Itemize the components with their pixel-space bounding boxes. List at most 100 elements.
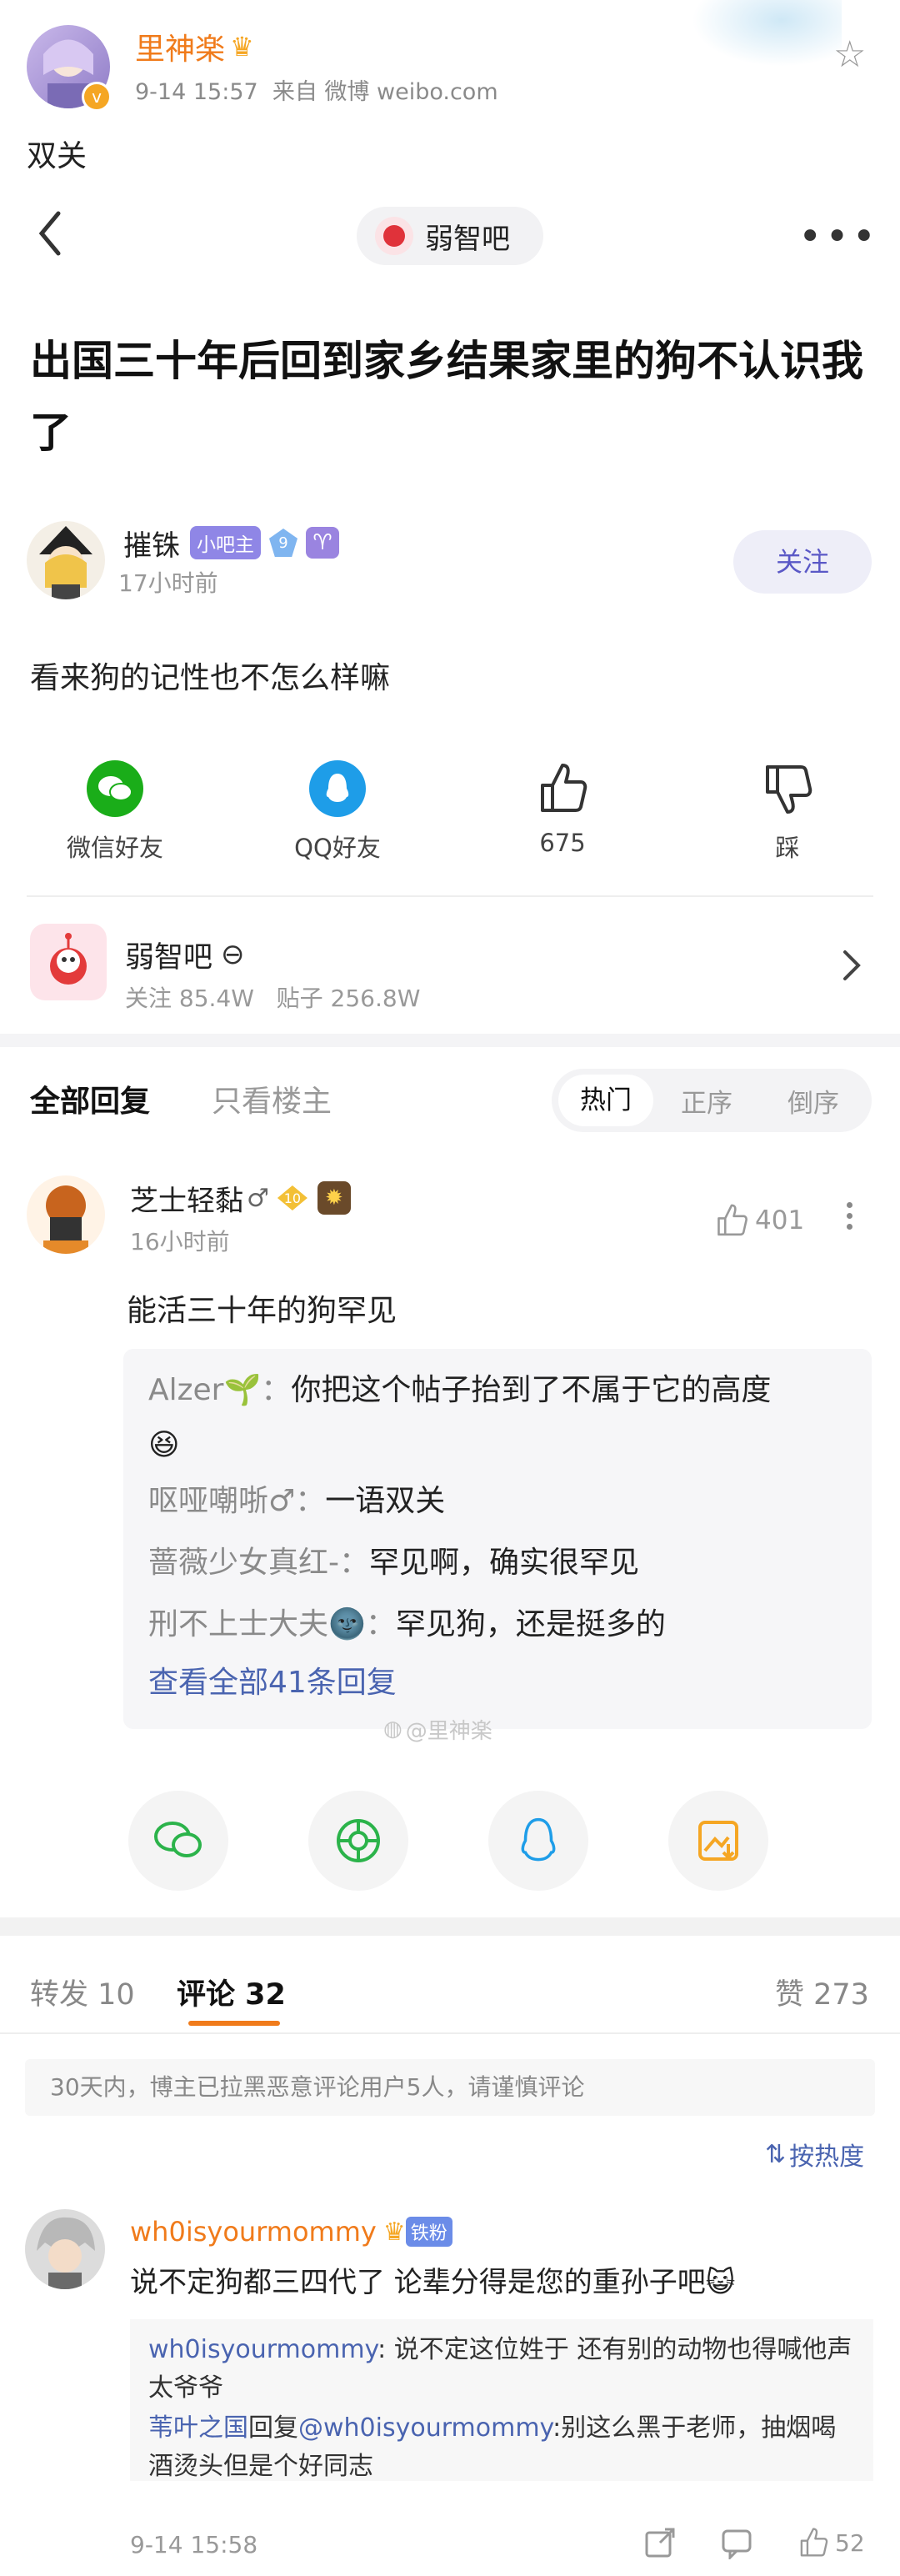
post-text: 双关: [27, 139, 88, 173]
divider: [27, 895, 873, 897]
section-divider: [0, 1917, 900, 1936]
header-decoration: [692, 0, 842, 67]
reply-like-button[interactable]: 401: [713, 1200, 804, 1240]
dislike-button[interactable]: 踩: [721, 760, 854, 864]
chevron-right-icon[interactable]: [842, 949, 862, 985]
sort-by-heat-label: 按热度: [789, 2142, 865, 2172]
sort-desc[interactable]: 倒序: [760, 1082, 867, 1120]
like-button[interactable]: 675: [496, 760, 629, 857]
comment-reply: wh0isyourmommy: 说不定这位姓于 还有别的动物也得喊他声太爷爷: [148, 2331, 858, 2408]
thread-title: 出国三十年后回到家乡结果家里的狗不认识我了: [30, 337, 863, 457]
thumbs-up-icon: [718, 1204, 748, 1236]
sub-reply-text: 罕见啊，确实很罕见: [369, 1546, 640, 1580]
wechat-icon: [154, 1822, 202, 1857]
sub-reply: Alzer🌱：你把这个帖子抬到了不属于它的高度: [148, 1364, 865, 1426]
forum-chip-label: 弱智吧: [425, 222, 510, 256]
forum-logo-icon: [375, 217, 413, 255]
share-qq-button[interactable]: QQ好友: [271, 760, 404, 864]
sub-reply-user[interactable]: 刑不上士大夫🌚：: [148, 1607, 396, 1641]
thread-body: 看来狗的记性也不怎么样嘛: [30, 661, 391, 695]
share-wechat-circle[interactable]: [128, 1791, 228, 1891]
planet-icon: ⊖: [221, 938, 245, 971]
post-meta: 9-14 15:57 来自 微博 weibo.com: [135, 79, 498, 105]
forum-card-logo-icon: [30, 924, 107, 1000]
comment-reply-mid: 回复: [248, 2413, 298, 2443]
sort-hot[interactable]: 热门: [558, 1075, 653, 1126]
more-icon[interactable]: •••: [798, 213, 879, 260]
view-all-replies-link[interactable]: 查看全部41条回复: [148, 1656, 865, 1711]
gender-icon: ♂: [247, 1183, 269, 1213]
save-image-icon: [698, 1821, 738, 1861]
comment-reply-target[interactable]: @wh0isyourmommy: [298, 2413, 552, 2443]
sub-reply-user[interactable]: Alzer🌱：: [148, 1373, 291, 1407]
share-qq-circle[interactable]: [488, 1791, 588, 1891]
sort-asc[interactable]: 正序: [653, 1082, 760, 1120]
comment-like-button[interactable]: 52: [797, 2524, 865, 2561]
reply-comment-icon[interactable]: [720, 2526, 753, 2563]
sub-reply-text: 罕见狗，还是挺多的: [395, 1607, 666, 1641]
reply-avatar[interactable]: [27, 1175, 105, 1254]
author-name[interactable]: 里神楽: [135, 25, 225, 68]
star-icon[interactable]: ☆: [833, 33, 866, 76]
tab-comment[interactable]: 评论 32: [177, 1971, 286, 2013]
fan-crown-icon: ♛: [382, 2217, 406, 2247]
comment-reply-user[interactable]: 苇叶之国: [148, 2413, 248, 2443]
save-image-circle[interactable]: [668, 1791, 768, 1891]
tab-op-only[interactable]: 只看楼主: [212, 1077, 332, 1120]
sub-reply-text: 一语双关: [325, 1484, 446, 1518]
sub-reply-text: 😆: [148, 1428, 180, 1462]
divider: [0, 2032, 900, 2034]
comment-text: 说不定狗都三四代了 论辈分得是您的重孙子吧😺: [130, 2266, 736, 2299]
sub-reply-user[interactable]: 蔷薇少女真红-：: [148, 1546, 369, 1580]
comment-time: 9-14 15:58: [130, 2531, 258, 2558]
poster-name[interactable]: 摧铢: [123, 523, 180, 564]
comment-reply: 苇叶之国回复@wh0isyourmommy:别这么黑于老师，抽烟喝酒烫头但是个好…: [148, 2409, 858, 2486]
reply-text: 能活三十年的狗罕见: [127, 1294, 398, 1328]
commenter-avatar[interactable]: [25, 2209, 105, 2289]
tab-all-replies[interactable]: 全部回复: [30, 1077, 150, 1120]
reply-time: 16小时前: [130, 1228, 230, 1255]
repost-comment-icon[interactable]: [643, 2526, 677, 2563]
poster-avatar[interactable]: [27, 521, 105, 599]
follow-button[interactable]: 关注: [733, 530, 872, 594]
sub-reply: 蔷薇少女真红-：罕见啊，确实很罕见: [148, 1532, 865, 1594]
share-wechat-label: 微信好友: [66, 834, 163, 862]
forum-chip[interactable]: 弱智吧: [357, 207, 543, 265]
tab-repost[interactable]: 转发 10: [30, 1971, 135, 2013]
qq-icon: [521, 1817, 556, 1862]
sort-switch: 热门 正序 倒序: [552, 1069, 872, 1132]
thumbs-down-icon: [766, 765, 812, 814]
sub-reply-text: 你把这个帖子抬到了不属于它的高度: [291, 1373, 772, 1407]
reply-level-badge: 10: [277, 1185, 308, 1210]
sort-icon: ⇅: [765, 2139, 787, 2169]
forum-card-stats: 关注 85.4W 贴子 256.8W: [125, 985, 421, 1012]
thumbs-up-icon: [541, 764, 588, 812]
watermark: @里神楽: [405, 1718, 492, 1744]
reply-user-name[interactable]: 芝士轻黏: [130, 1178, 243, 1219]
sort-by-heat-button[interactable]: ⇅ 按热度: [765, 2136, 864, 2173]
tab-comment-underline: [188, 2021, 280, 2026]
moderator-badge: 小吧主: [190, 526, 261, 559]
fan-badge: 铁粉: [405, 2217, 452, 2247]
share-wechat-button[interactable]: 微信好友: [48, 760, 182, 864]
forum-card-name: 弱智吧: [125, 940, 213, 975]
dislike-label: 踩: [775, 834, 800, 862]
sub-reply: 呕哑嘲哳♂：一语双关: [148, 1471, 865, 1532]
level-badge-icon: 9: [269, 529, 298, 557]
comment-reply-user[interactable]: wh0isyourmommy: [148, 2335, 378, 2364]
share-qq-label: QQ好友: [294, 834, 381, 862]
share-moments-circle[interactable]: [308, 1791, 408, 1891]
reply-like-count: 401: [755, 1205, 805, 1235]
like-count: 675: [539, 829, 586, 857]
tab-likes[interactable]: 赞 273: [775, 1971, 869, 2013]
sub-reply: 😆: [148, 1426, 865, 1471]
moments-icon: [337, 1819, 380, 1862]
weibo-logo-icon: ◍: [383, 1716, 402, 1742]
back-icon[interactable]: [33, 207, 67, 263]
sub-reply: 刑不上士大夫🌚：罕见狗，还是挺多的: [148, 1594, 865, 1656]
sub-reply-user[interactable]: 呕哑嘲哳♂：: [148, 1484, 325, 1518]
commenter-name[interactable]: wh0isyourmommy: [130, 2216, 377, 2248]
aries-icon: ♈: [306, 527, 339, 559]
reply-more-icon[interactable]: [847, 1197, 857, 1235]
comment-notice: 30天内，博主已拉黑恶意评论用户5人，请谨慎评论: [25, 2059, 875, 2116]
